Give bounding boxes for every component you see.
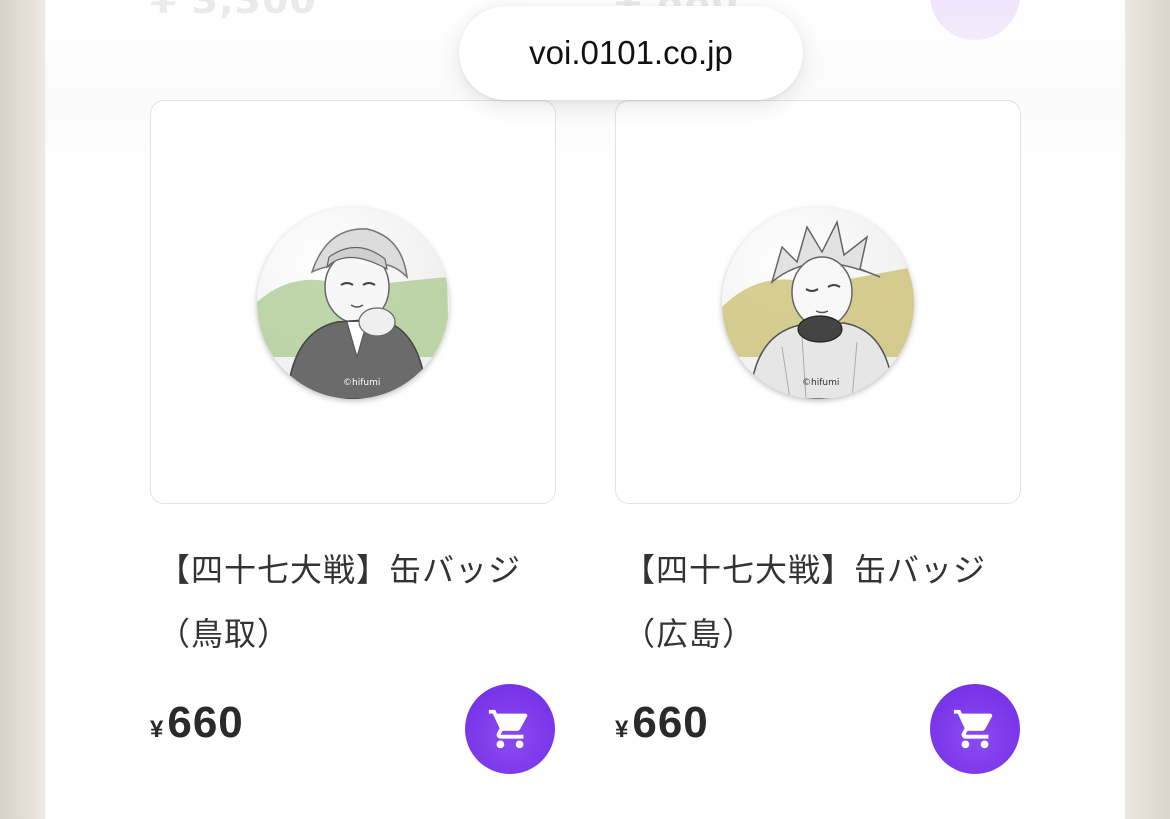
svg-text:©hifumi: ©hifumi — [802, 378, 839, 388]
faded-cart-button[interactable] — [930, 0, 1020, 40]
url-text: voi.0101.co.jp — [529, 34, 733, 71]
cart-icon — [953, 709, 993, 749]
product-list-page: ¥ 3,300 ¥ 880 — [46, 0, 1124, 819]
product-price: ¥ 660 — [150, 698, 244, 748]
product-card[interactable]: ©hifumi 【四十七大戦】缶バッジ （広島） ¥ 660 — [615, 100, 1021, 774]
product-title-line: （広島） — [623, 615, 756, 653]
product-card[interactable]: ©hifumi 【四十七大戦】缶バッジ （鳥取） ¥ 660 — [150, 100, 556, 774]
price-amount: 660 — [167, 698, 244, 747]
product-image[interactable]: ©hifumi — [150, 100, 556, 504]
can-badge-image: ©hifumi — [722, 207, 914, 399]
product-title[interactable]: 【四十七大戦】缶バッジ （鳥取） — [158, 538, 558, 666]
product-title-line: （鳥取） — [158, 615, 291, 653]
add-to-cart-button[interactable] — [930, 684, 1020, 774]
product-price: ¥ 660 — [615, 698, 709, 748]
address-bar[interactable]: voi.0101.co.jp — [459, 6, 803, 100]
currency-symbol: ¥ — [615, 716, 629, 743]
svg-text:©hifumi: ©hifumi — [343, 378, 380, 388]
product-title[interactable]: 【四十七大戦】缶バッジ （広島） — [623, 538, 1023, 666]
can-badge-image: ©hifumi — [257, 207, 449, 399]
product-image[interactable]: ©hifumi — [615, 100, 1021, 504]
cart-icon — [488, 709, 528, 749]
faded-price: ¥ 3,300 — [150, 0, 317, 22]
product-title-line: 【四十七大戦】缶バッジ — [158, 551, 522, 589]
add-to-cart-button[interactable] — [465, 684, 555, 774]
price-amount: 660 — [632, 698, 709, 747]
product-title-line: 【四十七大戦】缶バッジ — [623, 551, 987, 589]
currency-symbol: ¥ — [150, 716, 164, 743]
